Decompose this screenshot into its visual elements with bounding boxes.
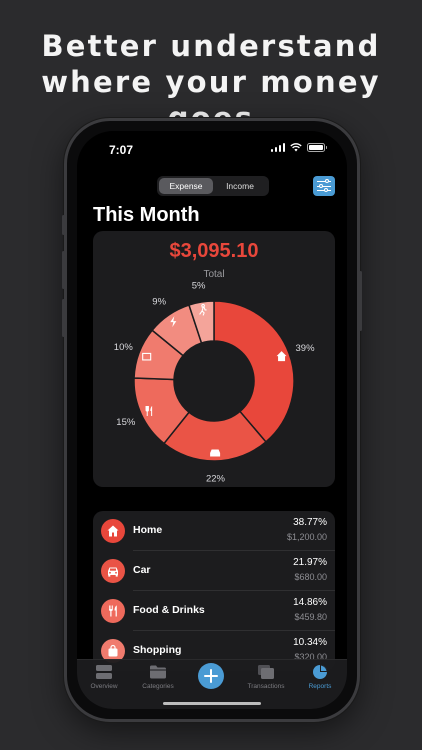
slice-percent-label: 5% <box>192 281 206 292</box>
slice-percent-label: 10% <box>114 342 134 353</box>
category-icon-circle <box>101 599 125 623</box>
status-time: 7:07 <box>109 143 134 157</box>
tab-label: Overview <box>90 683 118 690</box>
tab-categories[interactable]: Categories <box>131 664 185 690</box>
slice-percent-label: 22% <box>206 473 226 484</box>
category-percent: 38.77% <box>293 517 327 528</box>
expense-donut-chart: 39% 22% 15% 10% 9% 5% <box>114 281 316 485</box>
add-transaction-button[interactable] <box>198 663 224 689</box>
tab-reports[interactable]: Reports <box>293 664 347 690</box>
segment-income[interactable]: Income <box>213 178 267 194</box>
folder-icon <box>150 665 166 679</box>
category-amount: $1,200.00 <box>286 532 327 542</box>
category-row-car[interactable]: Car 21.97% $680.00 <box>93 551 335 591</box>
category-icon-circle <box>101 519 125 543</box>
tab-overview[interactable]: Overview <box>77 664 131 690</box>
app-screen: 7:07 Expense Income This Month $3,095.10… <box>77 131 347 709</box>
category-percent: 10.34% <box>293 637 327 648</box>
tab-label: Reports <box>308 683 332 690</box>
slice-percent-label: 9% <box>152 296 166 307</box>
filter-button[interactable] <box>313 176 335 196</box>
status-bar: 7:07 <box>77 131 347 171</box>
category-percent: 14.86% <box>293 597 327 608</box>
category-name: Food & Drinks <box>133 604 205 616</box>
battery-icon <box>307 143 327 152</box>
category-icon-circle <box>101 559 125 583</box>
category-amount: $459.80 <box>294 612 327 622</box>
category-percent: 21.97% <box>293 557 327 568</box>
volume-up-button <box>62 251 65 289</box>
category-name: Shopping <box>133 644 182 656</box>
tab-label: Categories <box>142 683 174 690</box>
category-row-food-drinks[interactable]: Food & Drinks 14.86% $459.80 <box>93 591 335 631</box>
chart-card: $3,095.10 Total 39% 22% 15% 10% 9% 5% <box>93 231 335 487</box>
status-icons <box>270 143 327 152</box>
tab-bar: Overview Categories Transactions Reports <box>77 659 347 709</box>
slice-percent-label: 15% <box>116 417 136 428</box>
category-amount: $680.00 <box>294 572 327 582</box>
slice-percent-label: 39% <box>296 343 316 354</box>
shopping-bag-icon <box>108 644 118 657</box>
category-name: Car <box>133 564 151 576</box>
segment-expense[interactable]: Expense <box>159 178 213 194</box>
category-row-home[interactable]: Home 38.77% $1,200.00 <box>93 511 335 551</box>
transactions-icon <box>258 665 274 679</box>
expense-income-toggle: Expense Income <box>157 176 269 196</box>
car-icon <box>210 449 221 457</box>
promo-line-1: Better understand <box>41 29 381 63</box>
mute-switch <box>62 215 65 235</box>
phone-frame: 7:07 Expense Income This Month $3,095.10… <box>62 118 362 722</box>
home-indicator <box>163 702 261 705</box>
page-title: This Month <box>93 204 200 226</box>
fork-knife-icon <box>109 605 117 617</box>
house-icon <box>107 525 119 537</box>
tab-transactions[interactable]: Transactions <box>239 664 293 690</box>
cellular-signal-icon <box>270 143 285 152</box>
volume-down-button <box>62 299 65 337</box>
pie-chart-icon <box>313 665 327 679</box>
power-button <box>359 271 362 331</box>
car-icon <box>108 567 118 577</box>
wifi-icon <box>290 143 302 152</box>
tab-label: Transactions <box>247 683 285 690</box>
category-name: Home <box>133 524 163 536</box>
category-list: Home 38.77% $1,200.00 Car 21.97% $680.00 <box>93 511 335 671</box>
overview-icon <box>96 665 112 679</box>
